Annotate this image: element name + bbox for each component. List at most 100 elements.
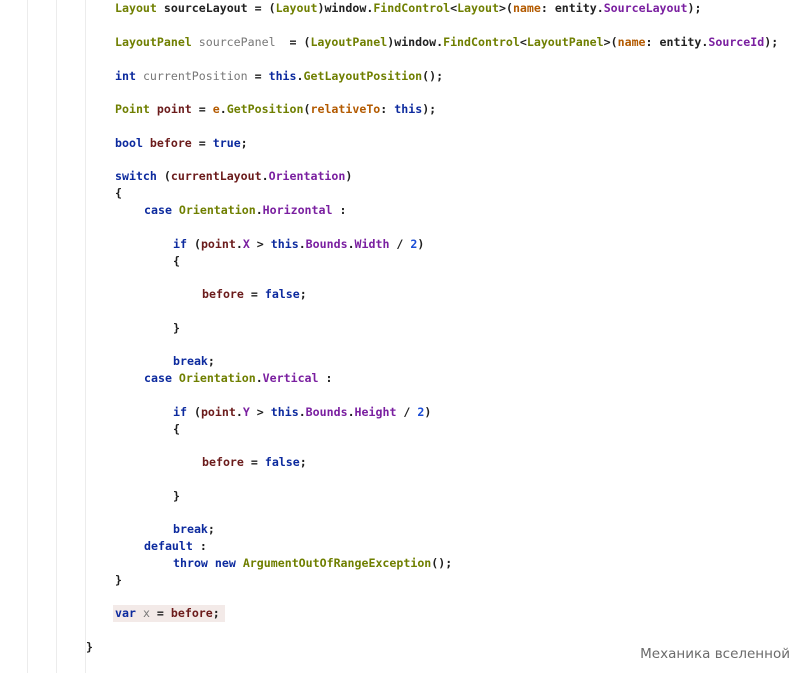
- code-token: (: [156, 169, 171, 183]
- code-line[interactable]: Point point = e.GetPosition(relativeTo: …: [115, 101, 436, 118]
- code-line[interactable]: }: [115, 572, 122, 589]
- code-token: }: [173, 321, 180, 335]
- code-token: sourcePanel: [198, 35, 276, 49]
- watermark-text: Механика вселенной: [640, 646, 790, 662]
- code-token: );: [687, 1, 702, 15]
- code-token: ();: [431, 556, 453, 570]
- code-token: this: [270, 237, 299, 251]
- code-line[interactable]: before = false;: [202, 286, 307, 303]
- code-token: relativeTo: [310, 102, 381, 116]
- code-token: );: [422, 102, 437, 116]
- code-token: .: [296, 69, 304, 83]
- code-token: Bounds: [305, 237, 348, 251]
- code-token: Vertical: [262, 371, 319, 385]
- code-line[interactable]: break;: [173, 521, 215, 538]
- code-line[interactable]: {: [173, 253, 180, 270]
- code-token: this: [270, 405, 299, 419]
- code-line[interactable]: default :: [144, 538, 207, 555]
- code-line[interactable]: if (point.Y > this.Bounds.Height / 2): [173, 404, 431, 421]
- code-token: Layout: [275, 1, 318, 15]
- code-token: Orientation: [178, 371, 256, 385]
- code-line[interactable]: if (point.X > this.Bounds.Width / 2): [173, 236, 424, 253]
- code-token: before: [202, 287, 244, 301]
- code-line[interactable]: bool before = true;: [115, 135, 248, 152]
- code-token: window: [394, 35, 437, 49]
- code-token: =: [243, 455, 265, 469]
- code-token: .: [235, 405, 243, 419]
- code-token: if: [173, 237, 187, 251]
- code-line[interactable]: int currentPosition = this.GetLayoutPosi…: [115, 68, 443, 85]
- code-line[interactable]: {: [173, 421, 180, 438]
- code-line[interactable]: break;: [173, 353, 215, 370]
- code-token: :: [645, 35, 660, 49]
- code-line[interactable]: Layout sourceLayout = (Layout)window.Fin…: [115, 0, 701, 17]
- code-token: x: [142, 606, 150, 620]
- code-line[interactable]: var x = before;: [115, 605, 220, 622]
- code-token: var: [115, 606, 136, 620]
- code-token: :: [332, 203, 347, 217]
- code-token: LayoutPanel: [526, 35, 604, 49]
- code-line[interactable]: }: [173, 488, 180, 505]
- code-token: =: [243, 287, 265, 301]
- code-token: ;: [207, 522, 215, 536]
- code-token: this: [268, 69, 297, 83]
- code-token: /: [396, 405, 418, 419]
- code-token: ): [345, 169, 353, 183]
- code-token: .: [298, 405, 306, 419]
- code-token: break: [173, 522, 208, 536]
- code-token: <: [519, 35, 527, 49]
- code-token: X: [242, 237, 250, 251]
- code-token: .: [261, 169, 269, 183]
- code-token: = (: [247, 1, 276, 15]
- code-token: .: [219, 102, 227, 116]
- code-token: if: [173, 405, 187, 419]
- code-token: point: [156, 102, 192, 116]
- code-token: GetLayoutPosition: [303, 69, 423, 83]
- code-token: Orientation: [178, 203, 256, 217]
- code-token: {: [173, 254, 180, 268]
- code-line[interactable]: case Orientation.Vertical :: [144, 370, 332, 387]
- code-token: ;: [240, 136, 248, 150]
- code-token: Orientation: [268, 169, 346, 183]
- code-line[interactable]: switch (currentLayout.Orientation): [115, 168, 352, 185]
- code-token: }: [173, 489, 180, 503]
- code-token: Height: [354, 405, 397, 419]
- code-token: FindControl: [443, 35, 520, 49]
- code-token: before: [170, 606, 213, 620]
- code-line[interactable]: {: [115, 185, 122, 202]
- code-line[interactable]: LayoutPanel sourcePanel = (LayoutPanel)w…: [115, 34, 778, 51]
- code-token: Point: [115, 102, 150, 116]
- code-token: currentPosition: [142, 69, 248, 83]
- code-token: SourceId: [708, 35, 765, 49]
- code-token: ;: [207, 354, 215, 368]
- code-token: .: [255, 203, 263, 217]
- code-token: currentLayout: [170, 169, 262, 183]
- code-token: .: [298, 237, 306, 251]
- code-token: entity: [554, 1, 597, 15]
- code-token: :: [380, 102, 395, 116]
- code-line[interactable]: }: [173, 320, 180, 337]
- code-token: {: [173, 422, 180, 436]
- code-token: >(: [603, 35, 618, 49]
- code-token: {: [115, 186, 122, 200]
- code-line[interactable]: case Orientation.Horizontal :: [144, 202, 346, 219]
- code-token: =: [247, 69, 269, 83]
- code-editor[interactable]: Layout sourceLayout = (Layout)window.Fin…: [0, 0, 800, 673]
- code-token: ;: [299, 287, 307, 301]
- code-line[interactable]: before = false;: [202, 454, 307, 471]
- code-token: >: [249, 405, 271, 419]
- indent-guide: [56, 0, 57, 673]
- code-line[interactable]: }: [86, 639, 93, 656]
- code-token: :: [318, 371, 333, 385]
- code-token: .: [255, 371, 263, 385]
- code-line[interactable]: throw new ArgumentOutOfRangeException();: [173, 555, 452, 572]
- code-token: /: [389, 237, 411, 251]
- code-token: Bounds: [305, 405, 348, 419]
- code-token: case: [144, 371, 172, 385]
- code-token: ArgumentOutOfRangeException: [242, 556, 432, 570]
- code-token: name: [512, 1, 541, 15]
- code-token: Width: [354, 237, 390, 251]
